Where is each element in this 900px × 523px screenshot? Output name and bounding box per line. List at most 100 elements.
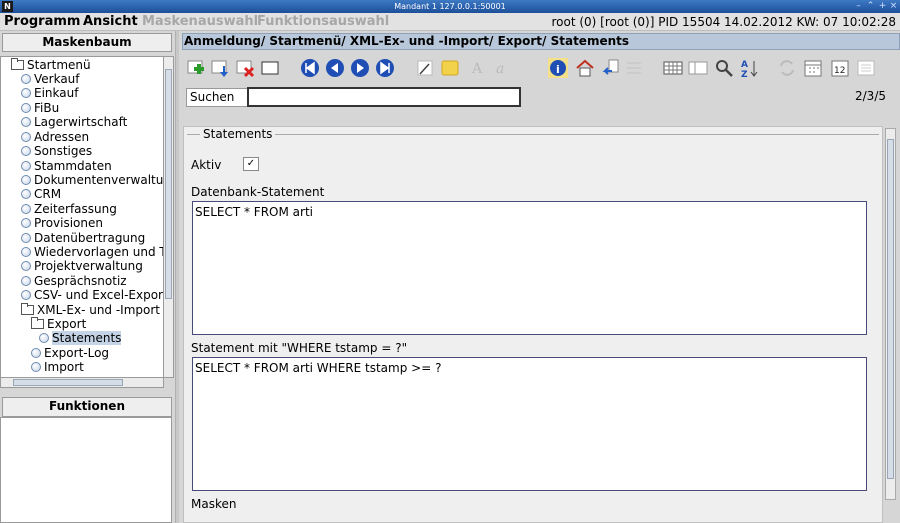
first-icon[interactable] — [300, 58, 320, 78]
status-text: root (0) [root (0)] PID 15504 14.02.2012… — [551, 15, 896, 29]
home-icon[interactable] — [575, 58, 595, 78]
where-statement-label: Statement mit "WHERE tstamp = ?" — [191, 341, 408, 355]
menu-funktionsauswahl: Funktionsauswahl — [257, 14, 390, 29]
scroll-thumb[interactable] — [165, 69, 172, 299]
import-icon[interactable] — [600, 58, 620, 78]
search-input[interactable] — [247, 87, 521, 107]
search-label: Suchen — [186, 88, 248, 107]
breadcrumb: Anmeldung/ Startmenü/ XML-Ex- und -Impor… — [182, 33, 900, 50]
db-statement-label: Datenbank-Statement — [191, 185, 325, 199]
search-icon[interactable] — [714, 58, 734, 78]
edit-icon[interactable] — [415, 58, 435, 78]
tree-item[interactable]: Sonstiges — [21, 144, 92, 158]
tree-item[interactable]: FiBu — [21, 101, 59, 115]
tree-root[interactable]: Startmenü — [11, 58, 91, 72]
node-icon — [21, 132, 31, 142]
group-title: Statements — [200, 127, 276, 141]
menu-programm[interactable]: Programm — [4, 14, 80, 30]
funktionen-header: Funktionen — [2, 397, 172, 417]
font-italic-icon[interactable]: a — [492, 58, 512, 78]
tree-item[interactable]: Export-Log — [31, 346, 109, 360]
tree-folder-export[interactable]: Export — [31, 317, 86, 331]
svg-text:A: A — [741, 60, 748, 70]
node-icon — [21, 74, 31, 84]
close-icon[interactable]: × — [888, 1, 899, 12]
menubar: Programm Ansicht Maskenauswahl Funktions… — [0, 13, 900, 31]
node-icon — [21, 204, 31, 214]
pane-splitter[interactable] — [175, 31, 179, 523]
tree-item[interactable]: Stammdaten — [21, 159, 112, 173]
panel-icon[interactable] — [688, 58, 708, 78]
svg-text:12: 12 — [834, 66, 845, 76]
tree-vertical-scrollbar[interactable] — [163, 56, 174, 378]
tree-item[interactable]: Verkauf — [21, 72, 80, 86]
functions-list[interactable] — [0, 417, 172, 523]
tree-item[interactable]: Provisionen — [21, 216, 103, 230]
form-area: Statements Aktiv ✓ Datenbank-Statement S… — [183, 126, 883, 523]
scroll-thumb[interactable] — [887, 139, 894, 479]
node-icon — [21, 189, 31, 199]
sort-az-icon[interactable]: AZ — [740, 58, 760, 78]
restore-icon[interactable]: ⌃ — [865, 1, 876, 12]
node-icon — [21, 247, 31, 257]
menu-maskenauswahl: Maskenauswahl — [142, 14, 259, 29]
refresh-icon[interactable] — [777, 58, 797, 78]
tree-item[interactable]: CSV- und Excel-Export — [21, 288, 163, 302]
toolbar: A a i AZ 12 — [180, 53, 900, 83]
list-icon[interactable] — [856, 58, 876, 78]
save-icon[interactable] — [210, 58, 230, 78]
tree-horizontal-scrollbar[interactable] — [0, 377, 164, 388]
prev-icon[interactable] — [325, 58, 345, 78]
window-titlebar: N Mandant 1 127.0.0.1:50001 – ⌃ + × — [0, 0, 900, 13]
add-icon[interactable] — [186, 58, 206, 78]
svg-text:a: a — [496, 61, 504, 77]
mask-tree[interactable]: Startmenü Verkauf Einkauf FiBu Lagerwirt… — [0, 56, 164, 378]
node-icon — [21, 88, 31, 98]
tree-item[interactable]: Adressen — [21, 130, 89, 144]
tree-item[interactable]: CRM — [21, 187, 61, 201]
menu-ansicht[interactable]: Ansicht — [83, 14, 138, 30]
db-statement-textarea[interactable]: SELECT * FROM arti — [192, 201, 867, 335]
export-icon[interactable] — [625, 58, 645, 78]
tree-item[interactable]: Dokumentenverwaltung — [21, 173, 163, 187]
next-icon[interactable] — [350, 58, 370, 78]
scroll-thumb[interactable] — [13, 379, 123, 386]
tree-item-selected[interactable]: Statements — [39, 331, 122, 345]
delete-icon[interactable] — [235, 58, 255, 78]
form-vertical-scrollbar[interactable] — [885, 128, 896, 500]
maximize-icon[interactable]: + — [877, 1, 888, 12]
tree-item[interactable]: Lagerwirtschaft — [21, 115, 127, 129]
node-icon — [21, 161, 31, 171]
aktiv-checkbox[interactable]: ✓ — [243, 157, 259, 171]
tree-item[interactable]: Gesprächsnotiz — [21, 274, 127, 288]
font-icon[interactable]: A — [467, 58, 487, 78]
tree-item[interactable]: Projektverwaltung — [21, 259, 143, 273]
tree-item[interactable]: Einkauf — [21, 86, 78, 100]
app-logo-icon: N — [2, 1, 13, 12]
tree-item[interactable]: Wiedervorlagen und Termine — [21, 245, 163, 259]
folder-icon — [21, 303, 34, 315]
where-statement-textarea[interactable]: SELECT * FROM arti WHERE tstamp >= ? — [192, 357, 867, 491]
tree-item[interactable]: Zeiterfassung — [21, 202, 117, 216]
tree-folder-xml[interactable]: XML-Ex- und -Import — [21, 303, 160, 317]
node-icon — [21, 218, 31, 228]
blank-icon[interactable] — [260, 58, 280, 78]
info-icon[interactable]: i — [548, 58, 568, 78]
calendar-12-icon[interactable]: 12 — [830, 58, 850, 78]
search-bar: Suchen 2/3/5 — [183, 85, 898, 109]
tree-item[interactable]: Import — [31, 360, 84, 374]
aktiv-label: Aktiv — [191, 158, 222, 172]
node-icon — [31, 362, 41, 372]
left-pane: Maskenbaum Startmenü Verkauf Einkauf FiB… — [0, 31, 175, 523]
table-icon[interactable] — [663, 58, 683, 78]
svg-text:i: i — [556, 63, 560, 76]
folder-icon — [31, 317, 44, 329]
node-icon — [21, 103, 31, 113]
node-icon — [21, 276, 31, 286]
last-icon[interactable] — [375, 58, 395, 78]
minimize-icon[interactable]: – — [853, 1, 864, 12]
calendar-icon[interactable] — [803, 58, 823, 78]
tree-item[interactable]: Datenübertragung — [21, 231, 145, 245]
note-icon[interactable] — [440, 58, 460, 78]
node-icon — [39, 333, 49, 343]
